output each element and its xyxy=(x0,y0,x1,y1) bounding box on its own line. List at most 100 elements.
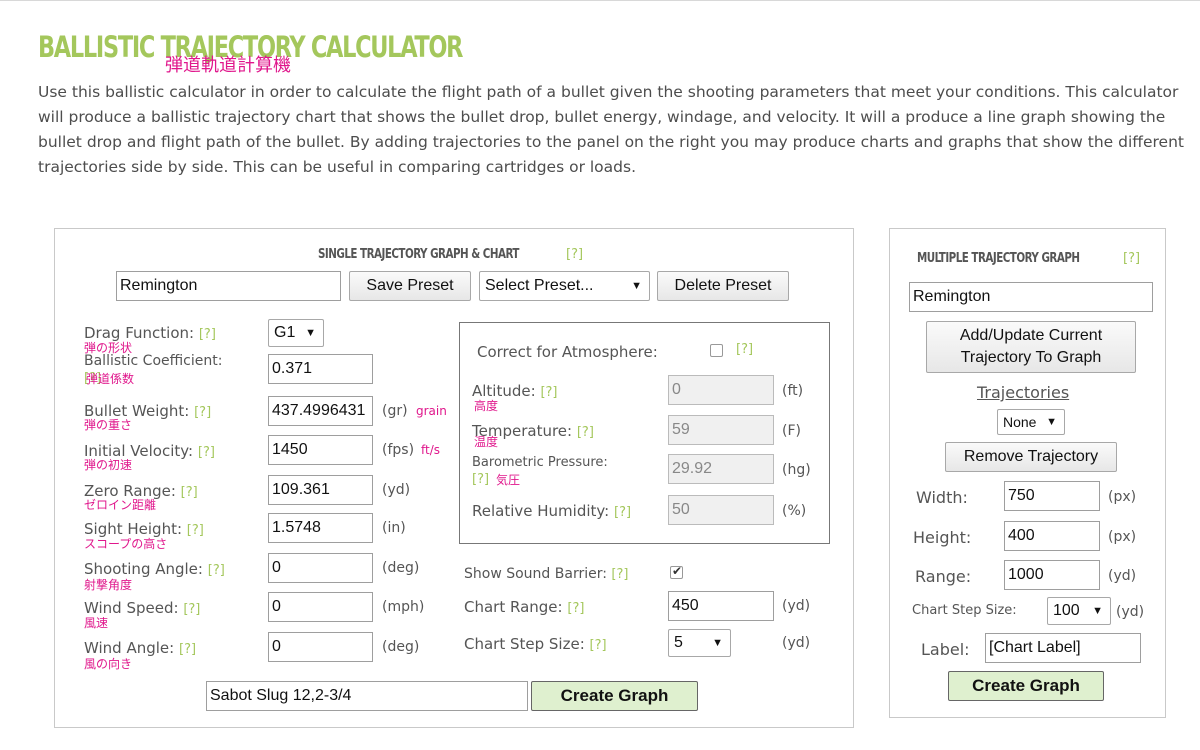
help-link[interactable]: [?] xyxy=(577,425,594,440)
bullet-weight-unit: (gr) xyxy=(382,403,408,419)
help-link[interactable]: [?] xyxy=(183,602,200,617)
help-link[interactable]: [?] xyxy=(540,385,557,400)
multi-chart-step-select[interactable]: 100 ▼ xyxy=(1047,597,1111,625)
multi-create-graph-button[interactable]: Create Graph xyxy=(948,671,1104,701)
zero-range-input[interactable]: 109.361 xyxy=(268,475,373,505)
select-preset-dropdown[interactable]: Select Preset... ▼ xyxy=(479,271,650,301)
initial-velocity-unit-note: ft/s xyxy=(421,443,441,457)
help-link[interactable]: [?] xyxy=(187,523,204,538)
drag-function-select[interactable]: G1 ▼ xyxy=(268,319,324,347)
sight-height-translation: スコープの高さ xyxy=(84,537,168,551)
chart-label-label: Label: xyxy=(921,640,970,659)
chart-range-unit: (yd) xyxy=(782,598,811,614)
pressure-translation: 気圧 xyxy=(496,473,521,487)
help-link[interactable]: [?] xyxy=(590,638,607,653)
help-link[interactable]: [?] xyxy=(199,327,216,342)
altitude-translation: 高度 xyxy=(474,399,499,413)
wind-angle-unit: (deg) xyxy=(382,639,420,655)
height-unit: (px) xyxy=(1108,529,1137,545)
help-link[interactable]: [?] xyxy=(472,472,489,487)
sight-height-input[interactable]: 1.5748 xyxy=(268,513,373,543)
range-input[interactable]: 1000 xyxy=(1004,560,1100,590)
preset-name-input[interactable]: Remington xyxy=(116,271,341,301)
wind-angle-label: Wind Angle: [?] xyxy=(84,639,197,657)
width-unit: (px) xyxy=(1108,489,1137,505)
chart-step-label: Chart Step Size: [?] xyxy=(464,635,607,653)
altitude-input[interactable]: 0 xyxy=(668,375,774,405)
trajectory-name-input[interactable]: Remington xyxy=(909,282,1153,312)
shooting-angle-input[interactable]: 0 xyxy=(268,553,373,583)
wind-speed-translation: 風速 xyxy=(84,616,109,630)
help-link[interactable]: [?] xyxy=(567,601,584,616)
range-label: Range: xyxy=(915,567,972,586)
temperature-unit: (F) xyxy=(782,423,801,439)
help-link[interactable]: [?] xyxy=(194,405,211,420)
top-divider xyxy=(0,0,1200,1)
initial-velocity-translation: 弾の初速 xyxy=(84,458,133,472)
single-panel-title: SINGLE TRAJECTORY GRAPH & CHART xyxy=(318,246,519,262)
altitude-label: Altitude: [?] xyxy=(472,382,558,400)
ballistic-coefficient-label: Ballistic Coefficient: xyxy=(84,353,223,369)
page-title-translation: 弾道軌道計算機 xyxy=(165,55,291,76)
bullet-weight-translation: 弾の重さ xyxy=(84,418,133,432)
chevron-down-icon: ▼ xyxy=(305,327,316,339)
temperature-input[interactable]: 59 xyxy=(668,415,774,445)
chevron-down-icon: ▼ xyxy=(1046,416,1057,428)
chart-range-label: Chart Range: [?] xyxy=(464,598,585,616)
temperature-translation: 温度 xyxy=(474,435,499,449)
width-input[interactable]: 750 xyxy=(1004,481,1100,511)
ballistic-coefficient-translation: 弾道係数 xyxy=(86,372,135,386)
wind-angle-input[interactable]: 0 xyxy=(268,632,373,662)
wind-speed-label: Wind Speed: [?] xyxy=(84,599,201,617)
help-link[interactable]: [?] xyxy=(736,342,753,357)
help-link[interactable]: [?] xyxy=(179,642,196,657)
shooting-angle-unit: (deg) xyxy=(382,560,420,576)
help-link[interactable]: [?] xyxy=(181,485,198,500)
range-unit: (yd) xyxy=(1108,568,1137,584)
correct-atmosphere-checkbox[interactable] xyxy=(710,344,723,357)
save-preset-button[interactable]: Save Preset xyxy=(349,271,471,301)
width-label: Width: xyxy=(916,488,968,507)
pressure-label: Barometric Pressure: xyxy=(472,455,608,470)
zero-range-translation: ゼロイン距離 xyxy=(84,498,157,512)
single-panel-help[interactable]: [?] xyxy=(566,247,583,262)
create-graph-button[interactable]: Create Graph xyxy=(531,681,698,711)
sight-height-label: Sight Height: [?] xyxy=(84,520,204,538)
sight-height-unit: (in) xyxy=(382,520,406,536)
delete-preset-button[interactable]: Delete Preset xyxy=(657,271,789,301)
chart-step-select[interactable]: 5 ▼ xyxy=(668,629,731,657)
help-link[interactable]: [?] xyxy=(198,445,215,460)
humidity-label: Relative Humidity: [?] xyxy=(472,502,632,520)
add-update-trajectory-button[interactable]: Add/Update Current Trajectory To Graph xyxy=(926,321,1136,373)
initial-velocity-input[interactable]: 1450 xyxy=(268,435,373,465)
height-input[interactable]: 400 xyxy=(1004,521,1100,551)
help-link[interactable]: [?] xyxy=(614,505,631,520)
humidity-unit: (%) xyxy=(782,503,807,519)
multiple-panel-help[interactable]: [?] xyxy=(1123,251,1140,266)
chart-range-input[interactable]: 450 xyxy=(668,591,774,621)
graph-label-input[interactable]: Sabot Slug 12,2-3/4 xyxy=(206,681,528,711)
sound-barrier-checkbox[interactable] xyxy=(670,564,683,579)
initial-velocity-unit: (fps) xyxy=(382,442,415,458)
pressure-input[interactable]: 29.92 xyxy=(668,454,774,484)
trajectories-link[interactable]: Trajectories xyxy=(977,383,1069,402)
pressure-unit: (hg) xyxy=(782,462,811,478)
multi-chart-step-unit: (yd) xyxy=(1116,604,1145,620)
bullet-weight-unit-note: grain xyxy=(416,404,447,418)
trajectories-select[interactable]: None ▼ xyxy=(997,409,1065,435)
shooting-angle-label: Shooting Angle: [?] xyxy=(84,560,225,578)
help-link[interactable]: [?] xyxy=(611,567,628,582)
bullet-weight-input[interactable]: 437.4996431 xyxy=(268,396,373,426)
chart-label-input[interactable]: [Chart Label] xyxy=(985,633,1141,663)
humidity-input[interactable]: 50 xyxy=(668,495,774,525)
altitude-unit: (ft) xyxy=(782,383,804,399)
ballistic-coefficient-input[interactable]: 0.371 xyxy=(268,354,373,384)
chevron-down-icon: ▼ xyxy=(1092,605,1103,617)
wind-speed-unit: (mph) xyxy=(382,599,425,615)
shooting-angle-translation: 射撃角度 xyxy=(84,578,133,592)
drag-function-label: Drag Function: [?] xyxy=(84,324,216,342)
wind-speed-input[interactable]: 0 xyxy=(268,592,373,622)
remove-trajectory-button[interactable]: Remove Trajectory xyxy=(945,442,1117,472)
help-link[interactable]: [?] xyxy=(208,563,225,578)
chart-step-unit: (yd) xyxy=(782,635,811,651)
